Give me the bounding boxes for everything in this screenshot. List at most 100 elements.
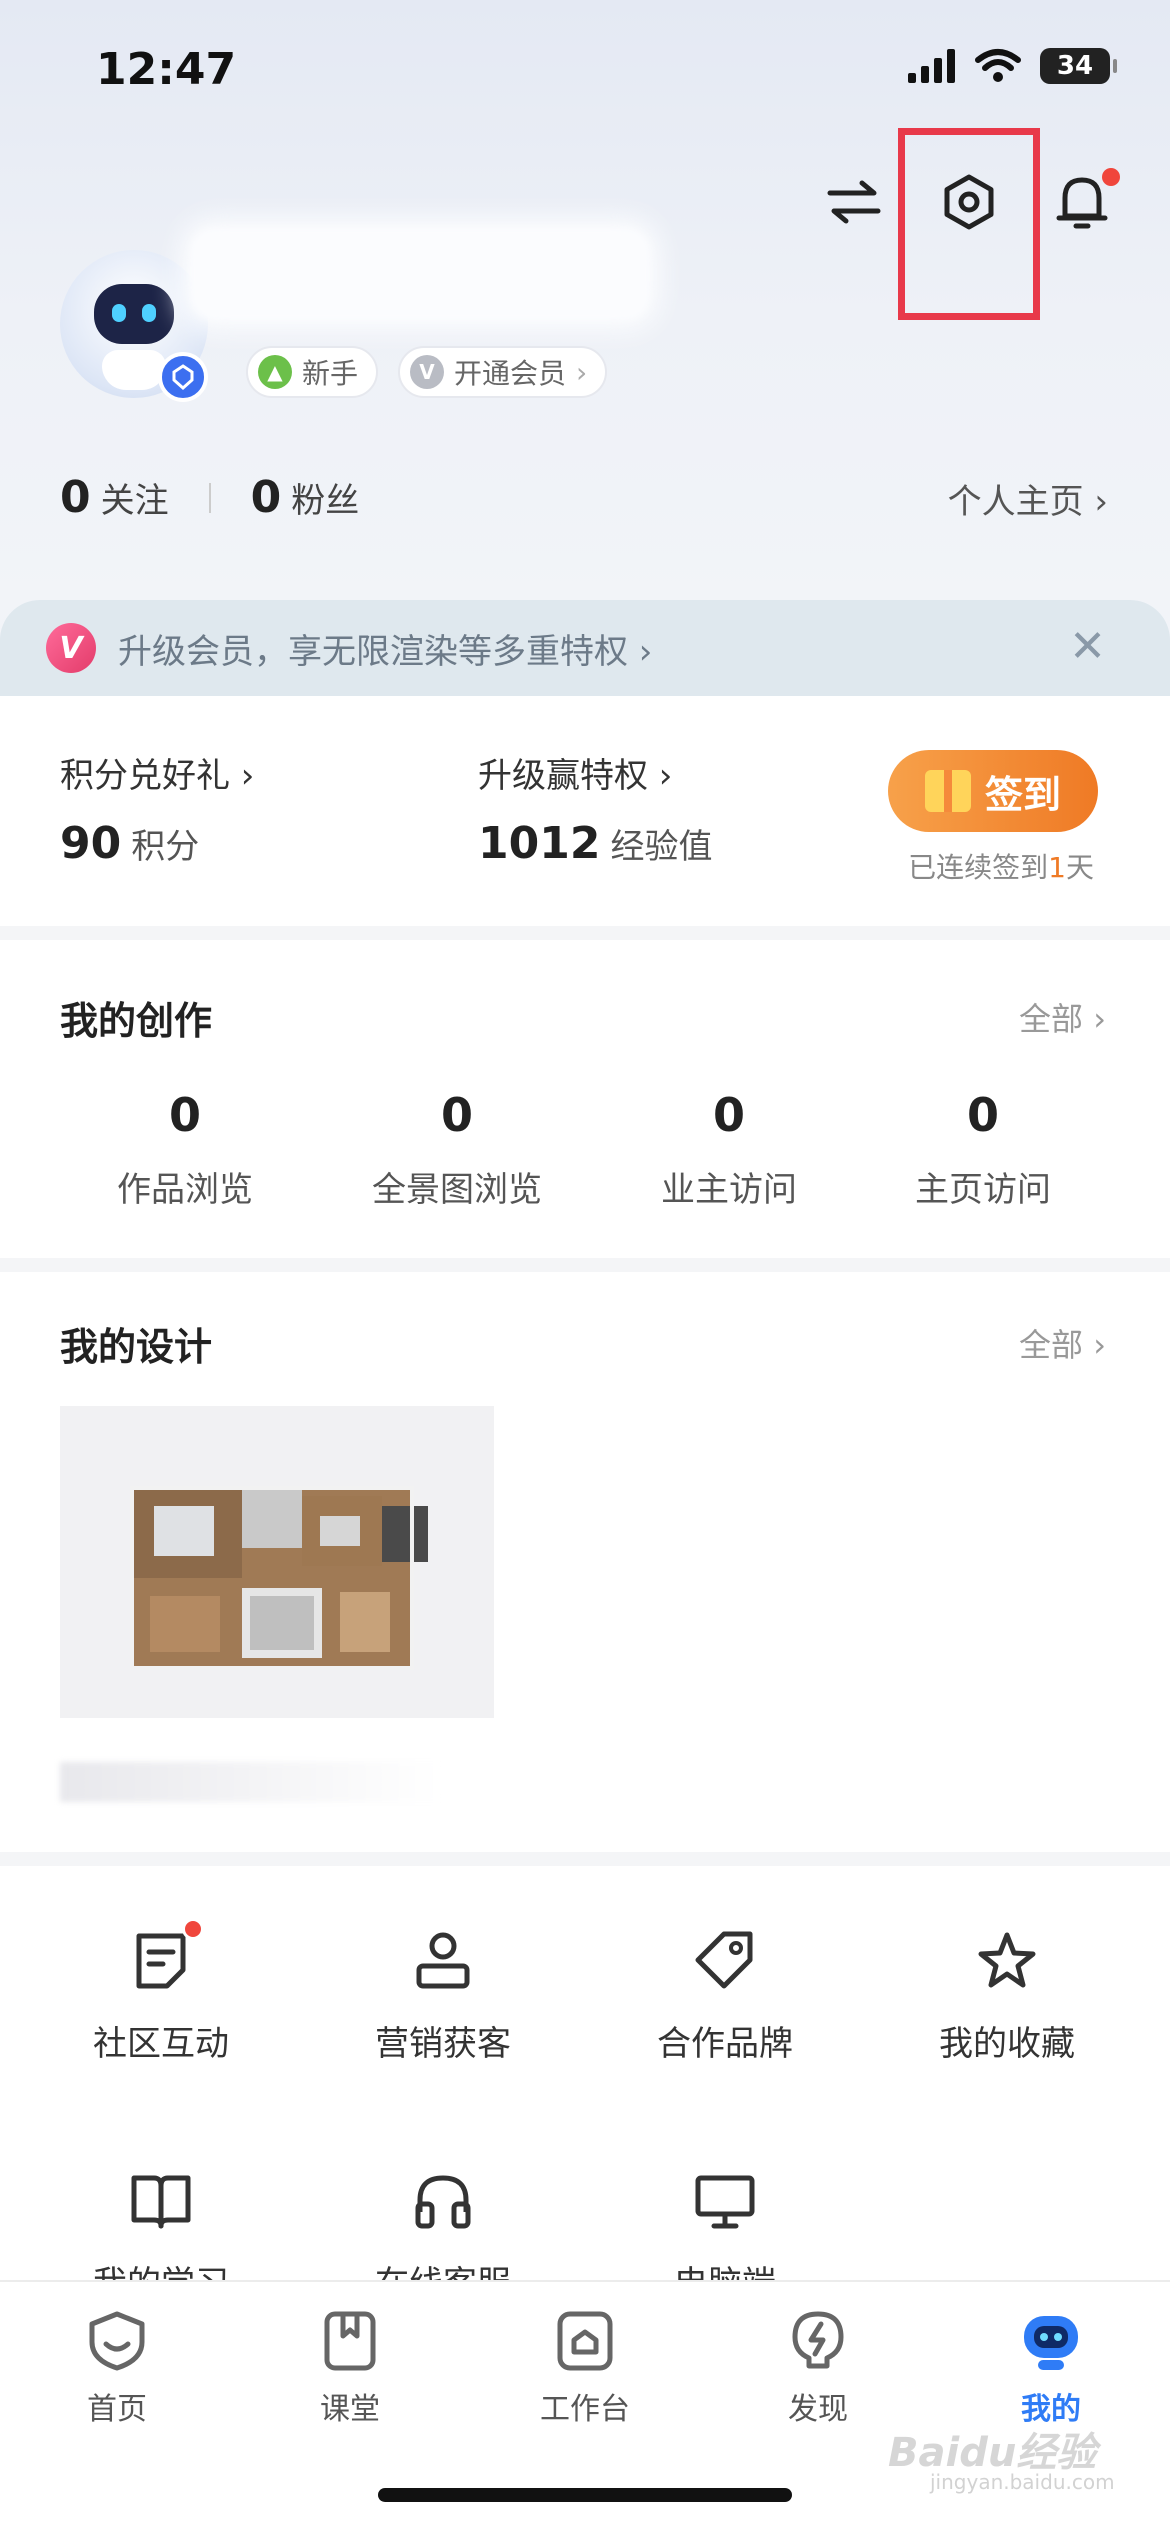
service-brands[interactable]: 合作品牌 xyxy=(600,1926,850,2065)
level-tag-label: 新手 xyxy=(302,357,359,390)
creation-title: 我的创作 xyxy=(60,999,213,1043)
service-community[interactable]: 社区互动 xyxy=(36,1918,286,2065)
points-value: 90 xyxy=(60,818,122,869)
stat-label: 全景图浏览 xyxy=(372,1170,542,1210)
status-time: 12:47 xyxy=(96,44,237,95)
stat-work-views[interactable]: 0 作品浏览 xyxy=(60,1088,310,1211)
signin-days: 1 xyxy=(1048,851,1066,884)
design-thumbnail[interactable] xyxy=(60,1406,494,1718)
bell-icon xyxy=(1056,177,1108,229)
headset-icon xyxy=(408,2166,478,2236)
follow-stats: 0 关注 0 粉丝 xyxy=(60,472,359,523)
stat-value: 0 xyxy=(168,1088,201,1142)
home-shield-icon xyxy=(82,2306,152,2376)
star-icon xyxy=(972,1926,1042,1996)
signal-icon xyxy=(908,49,955,83)
notification-dot xyxy=(1102,168,1120,186)
notification-button[interactable] xyxy=(1050,168,1120,234)
vip-tag[interactable]: V 开通会员 › xyxy=(398,346,608,398)
watermark-url: jingyan.baidu.com xyxy=(930,2470,1115,2494)
member-banner[interactable]: V 升级会员，享无限渲染等多重特权 › ✕ xyxy=(0,600,1170,696)
homepage-link[interactable]: 个人主页 › xyxy=(948,474,1108,523)
tab-workbench[interactable]: 工作台 xyxy=(500,2306,670,2428)
service-label: 营销获客 xyxy=(375,2024,511,2064)
signin-button-label: 签到 xyxy=(984,772,1061,817)
stat-label: 业主访问 xyxy=(661,1170,797,1210)
divider xyxy=(208,482,211,513)
service-label: 社区互动 xyxy=(93,2024,229,2064)
signin-button[interactable]: 签到 xyxy=(888,750,1098,832)
creation-see-all-link[interactable]: 全部 › xyxy=(1019,994,1106,1040)
stat-label: 主页访问 xyxy=(915,1170,1051,1210)
close-icon[interactable]: ✕ xyxy=(1069,622,1106,672)
service-label: 我的收藏 xyxy=(939,2024,1075,2064)
leaf-icon: ▲ xyxy=(258,355,292,389)
followers-count[interactable]: 0 xyxy=(251,472,282,523)
tab-label: 工作台 xyxy=(540,2392,630,2427)
following-label[interactable]: 关注 xyxy=(101,473,169,522)
vip-badge-icon: V xyxy=(46,623,96,673)
points-unit: 积分 xyxy=(131,827,200,867)
stat-label: 作品浏览 xyxy=(117,1170,253,1210)
exp-unit: 经验值 xyxy=(610,827,713,867)
stat-value: 0 xyxy=(712,1088,745,1142)
vip-tag-label: 开通会员 xyxy=(454,357,567,390)
design-caption-redacted xyxy=(60,1762,440,1802)
home-indicator[interactable] xyxy=(378,2488,792,2502)
tab-label: 发现 xyxy=(788,2392,848,2427)
battery-icon: 34 xyxy=(1040,48,1117,84)
status-icons: 34 xyxy=(908,48,1117,84)
exp-value: 1012 xyxy=(478,818,601,869)
stat-owner-visits[interactable]: 0 业主访问 xyxy=(604,1088,854,1211)
switch-button[interactable] xyxy=(822,170,886,234)
member-banner-text: 升级会员，享无限渲染等多重特权 › xyxy=(118,631,653,672)
robot-icon xyxy=(1016,2306,1086,2376)
tag-icon xyxy=(690,1926,760,1996)
note-icon xyxy=(126,1918,204,1996)
service-favorites[interactable]: 我的收藏 xyxy=(882,1926,1132,2065)
bookmark-icon xyxy=(315,2306,385,2376)
service-marketing[interactable]: 营销获客 xyxy=(318,1926,568,2065)
avatar-robot-body xyxy=(102,350,166,390)
swap-arrows-icon xyxy=(827,180,881,224)
signin-note-suffix: 天 xyxy=(1065,851,1094,884)
username-redacted xyxy=(190,228,650,320)
notification-dot xyxy=(182,1918,204,1940)
signin-note-prefix: 已连续签到 xyxy=(908,851,1049,884)
design-see-all-link[interactable]: 全部 › xyxy=(1019,1320,1106,1366)
workbench-icon xyxy=(550,2306,620,2376)
tab-home[interactable]: 首页 xyxy=(32,2306,202,2428)
book-icon xyxy=(126,2166,196,2236)
stat-homepage-visits[interactable]: 0 主页访问 xyxy=(858,1088,1108,1211)
avatar-robot-face xyxy=(94,284,174,344)
v-icon: V xyxy=(410,355,444,389)
services-grid: 社区互动 营销获客 合作品牌 我的收藏 我的学习 在线客服 电脑端 xyxy=(0,1866,1170,2304)
upgrade-privileges-link[interactable]: 升级赢特权 › xyxy=(478,748,672,797)
chevron-right-icon: › xyxy=(576,355,588,389)
my-design-card: 我的设计 全部 › xyxy=(0,1272,1170,1852)
stat-value: 0 xyxy=(440,1088,473,1142)
tab-classroom[interactable]: 课堂 xyxy=(265,2306,435,2428)
points-card: 积分兑好礼 › 90 积分 升级赢特权 › 1012 经验值 签到 已连续签到1天 xyxy=(0,696,1170,926)
tab-discover[interactable]: 发现 xyxy=(733,2306,903,2428)
avatar-eye-left xyxy=(112,304,126,322)
person-icon xyxy=(408,1926,478,1996)
experience-balance: 1012 经验值 xyxy=(478,818,712,869)
redeem-gifts-link[interactable]: 积分兑好礼 › xyxy=(60,748,254,797)
tab-mine[interactable]: 我的 xyxy=(966,2306,1136,2428)
settings-highlight-frame xyxy=(898,128,1040,320)
tab-label: 首页 xyxy=(87,2392,147,2427)
my-creation-card: 我的创作 全部 › 0 作品浏览 0 全景图浏览 0 业主访问 0 主页访问 xyxy=(0,940,1170,1258)
monitor-icon xyxy=(690,2166,760,2236)
gift-icon xyxy=(924,770,971,812)
following-count[interactable]: 0 xyxy=(60,472,91,523)
designer-badge-icon xyxy=(158,352,208,402)
tab-label: 课堂 xyxy=(320,2392,380,2427)
floor-plan-image xyxy=(130,1486,428,1670)
followers-label[interactable]: 粉丝 xyxy=(291,473,359,522)
service-label: 合作品牌 xyxy=(657,2024,793,2064)
stat-panorama-views[interactable]: 0 全景图浏览 xyxy=(332,1088,582,1211)
signin-streak: 已连续签到1天 xyxy=(908,846,1094,886)
level-tag[interactable]: ▲ 新手 xyxy=(246,346,379,398)
points-balance: 90 积分 xyxy=(60,818,199,869)
